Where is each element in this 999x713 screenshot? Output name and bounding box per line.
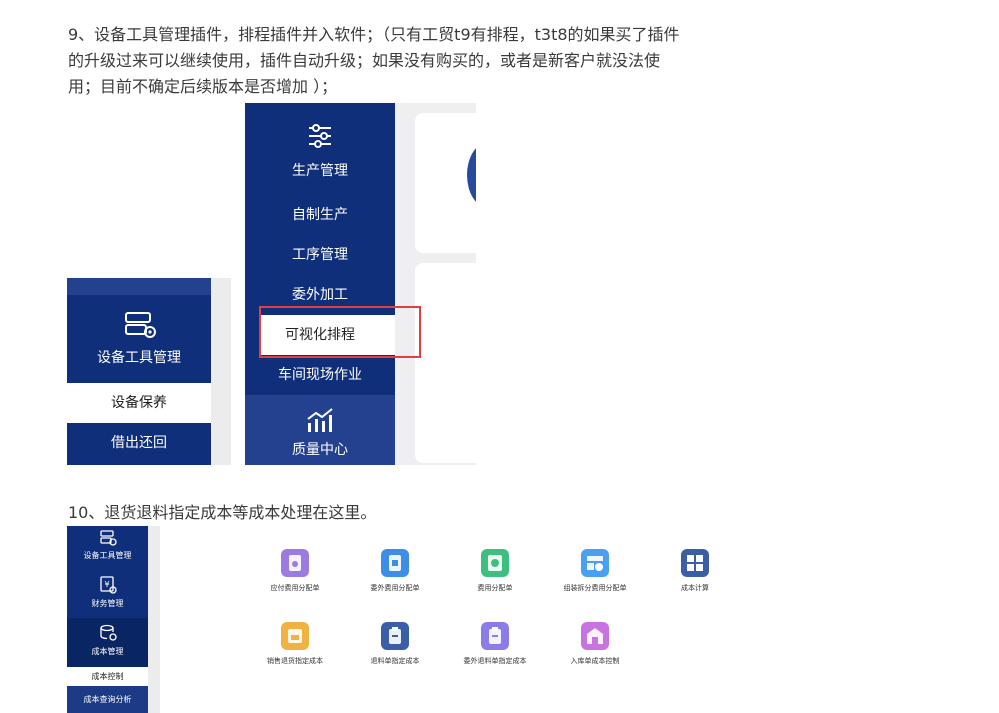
menu-item-self-production[interactable]: 自制生产 — [245, 195, 395, 235]
server-gear-icon — [99, 530, 117, 550]
menu-item-workshop-operation[interactable]: 车间现场作业 — [245, 355, 395, 395]
menu-item-process-management[interactable]: 工序管理 — [245, 235, 395, 275]
coin-icon — [481, 549, 509, 577]
tile-label: 成本计算 — [681, 584, 709, 592]
tile-label: 销售退货指定成本 — [267, 657, 323, 665]
cost-sidebar: 设备工具管理 ¥ 财务管理 成本管理 成本控制 成本查询分析 — [67, 526, 148, 713]
tile-cost-calculation[interactable]: 成本计算 — [640, 549, 750, 593]
highlight-box — [259, 306, 421, 358]
return-icon — [281, 622, 309, 650]
grid-icon — [581, 549, 609, 577]
tile-outsource-return-cost[interactable]: 委外退料单指定成本 — [440, 622, 550, 666]
tile-label: 应付费用分配单 — [270, 584, 320, 592]
tile-label: 委外费用分配单 — [370, 584, 420, 592]
content-card-lower — [415, 263, 476, 463]
menu-item-cost-control[interactable]: 成本控制 — [67, 667, 148, 686]
tile-label: 费用分配单 — [477, 584, 513, 592]
sliders-icon — [307, 123, 333, 153]
quality-center-label: 质量中心 — [292, 442, 348, 458]
tile-expense-allocation[interactable]: 费用分配单 — [440, 549, 550, 593]
server-gear-icon — [123, 311, 157, 343]
document-icon — [281, 549, 309, 577]
finance-icon: ¥ — [99, 576, 117, 598]
document-icon — [381, 549, 409, 577]
cost-tiles-area: 应付费用分配单 委外费用分配单 费用分配单 组装拆分费用分配单 成本计算 销售退… — [160, 526, 745, 713]
warehouse-icon — [581, 622, 609, 650]
menu-item-equipment-maintenance[interactable]: 设备保养 — [67, 383, 211, 423]
production-sidebar: 生产管理 自制生产 工序管理 委外加工 可视化排程 车间现场作业 质量中心 — [245, 103, 395, 465]
equipment-top-strip — [67, 278, 211, 295]
calculator-icon — [681, 549, 709, 577]
tile-label: 入库单成本控制 — [570, 657, 620, 665]
tile-label: 组装拆分费用分配单 — [563, 584, 627, 592]
production-module-label[interactable]: 生产管理 — [245, 160, 395, 180]
tile-outsource-expense[interactable]: 委外费用分配单 — [340, 549, 450, 593]
cost-management-label: 成本管理 — [91, 647, 124, 656]
tile-assembly-expense[interactable]: 组装拆分费用分配单 — [540, 549, 650, 593]
production-main-area — [395, 103, 476, 465]
bar-chart-icon — [306, 407, 334, 437]
tile-label: 委外退料单指定成本 — [463, 657, 527, 665]
tile-payable-expense[interactable]: 应付费用分配单 — [240, 549, 350, 593]
svg-text:¥: ¥ — [104, 580, 109, 589]
tile-label: 退料单指定成本 — [370, 657, 420, 665]
clipboard-icon — [381, 622, 409, 650]
tile-material-return-cost[interactable]: 退料单指定成本 — [340, 622, 450, 666]
menu-item-lend-return[interactable]: 借出还回 — [67, 423, 211, 465]
menu-item-cost-query[interactable]: 成本查询分析 — [67, 686, 148, 713]
cost-divider — [148, 526, 160, 713]
equipment-module-header[interactable]: 设备工具管理 — [67, 295, 211, 383]
database-icon — [99, 624, 117, 646]
equipment-module-label: 设备工具管理 — [97, 350, 181, 366]
paragraph-cost-processing: 10、退货退料指定成本等成本处理在这里。 — [68, 503, 377, 522]
quality-center-module[interactable]: 质量中心 — [245, 395, 395, 465]
paragraph-equipment-plugin: 9、设备工具管理插件，排程插件并入软件；（只有工贸t9有排程，t3t8的如果买了… — [68, 25, 680, 96]
sidebar-item-cost-management[interactable]: 成本管理 — [67, 618, 148, 667]
clipboard-icon — [481, 622, 509, 650]
tile-inbound-cost-control[interactable]: 入库单成本控制 — [540, 622, 650, 666]
sidebar-item-equipment[interactable]: 设备工具管理 — [67, 550, 148, 561]
sidebar-item-finance[interactable]: 财务管理 — [67, 598, 148, 609]
tile-sales-return-cost[interactable]: 销售退货指定成本 — [240, 622, 350, 666]
